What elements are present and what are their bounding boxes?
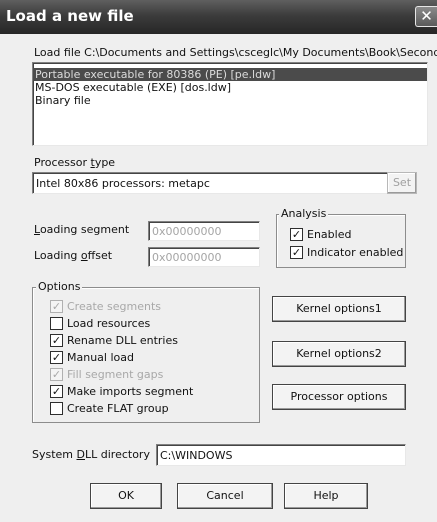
loading-offset-label: Loading offset	[34, 249, 113, 262]
analysis-legend: Analysis	[279, 207, 329, 220]
make-imports-segment-checkbox[interactable]: ✓	[50, 385, 63, 398]
list-item-label: MS-DOS executable (EXE) [dos.ldw]	[35, 81, 232, 94]
indicator-enabled-label: Indicator enabled	[307, 246, 404, 259]
load-file-dialog: Load a new file ✕ Load file C:\Documents…	[0, 0, 437, 522]
set-button[interactable]: Set	[387, 172, 417, 194]
check-icon: ✓	[51, 385, 62, 398]
ok-button[interactable]: OK	[90, 483, 162, 509]
title-bar[interactable]: Load a new file ✕	[0, 0, 437, 34]
check-icon: ✓	[51, 351, 62, 364]
create-segments-label: Create segments	[67, 300, 162, 313]
fill-segment-gaps-label: Fill segment gaps	[67, 368, 164, 381]
manual-load-label: Manual load	[67, 351, 134, 364]
loading-offset-input[interactable]: 0x00000000	[148, 247, 260, 267]
options-legend: Options	[36, 280, 83, 293]
check-icon: ✓	[51, 300, 62, 313]
processor-options-button[interactable]: Processor options	[272, 384, 406, 410]
list-item[interactable]: Portable executable for 80386 (PE) [pe.l…	[33, 68, 427, 81]
kernel-options2-button[interactable]: Kernel options2	[272, 341, 406, 367]
check-icon: ✓	[51, 368, 62, 381]
load-file-label: Load file C:\Documents and Settings\csce…	[34, 46, 437, 59]
processor-type-value: Intel 80x86 processors: metapc	[36, 177, 210, 190]
system-dll-directory-label: System DLL directory	[32, 448, 150, 461]
create-flat-group-checkbox[interactable]	[50, 402, 63, 415]
load-resources-label: Load resources	[67, 317, 151, 330]
create-segments-checkbox[interactable]: ✓	[50, 300, 63, 313]
cancel-button[interactable]: Cancel	[177, 483, 273, 509]
processor-type-select[interactable]: Intel 80x86 processors: metapc ▼	[32, 172, 416, 194]
system-dll-directory-input[interactable]: C:\WINDOWS	[156, 444, 406, 466]
check-icon: ✓	[291, 246, 302, 259]
list-item-label: Portable executable for 80386 (PE) [pe.l…	[35, 68, 276, 81]
close-button[interactable]: ✕	[415, 6, 437, 27]
loading-segment-label: Loading segment	[34, 223, 130, 236]
help-button[interactable]: Help	[284, 483, 368, 509]
list-item[interactable]: MS-DOS executable (EXE) [dos.ldw]	[33, 81, 427, 94]
indicator-enabled-checkbox[interactable]: ✓	[290, 246, 303, 259]
fill-segment-gaps-checkbox[interactable]: ✓	[50, 368, 63, 381]
make-imports-segment-label: Make imports segment	[67, 385, 194, 398]
rename-dll-entries-checkbox[interactable]: ✓	[50, 334, 63, 347]
enabled-label: Enabled	[307, 228, 352, 241]
check-icon: ✓	[51, 334, 62, 347]
file-type-list[interactable]: Portable executable for 80386 (PE) [pe.l…	[32, 62, 428, 146]
close-icon: ✕	[420, 7, 433, 25]
dialog-title: Load a new file	[6, 7, 134, 25]
loading-segment-input[interactable]: 0x00000000	[148, 221, 260, 241]
processor-type-label: Processor type	[34, 156, 116, 169]
kernel-options1-button[interactable]: Kernel options1	[272, 296, 406, 322]
check-icon: ✓	[291, 228, 302, 241]
list-item-label: Binary file	[35, 94, 91, 107]
analysis-group	[276, 214, 406, 268]
create-flat-group-label: Create FLAT group	[67, 402, 169, 415]
load-resources-checkbox[interactable]	[50, 317, 63, 330]
list-item[interactable]: Binary file	[33, 94, 427, 107]
manual-load-checkbox[interactable]: ✓	[50, 351, 63, 364]
enabled-checkbox[interactable]: ✓	[290, 228, 303, 241]
rename-dll-entries-label: Rename DLL entries	[67, 334, 178, 347]
